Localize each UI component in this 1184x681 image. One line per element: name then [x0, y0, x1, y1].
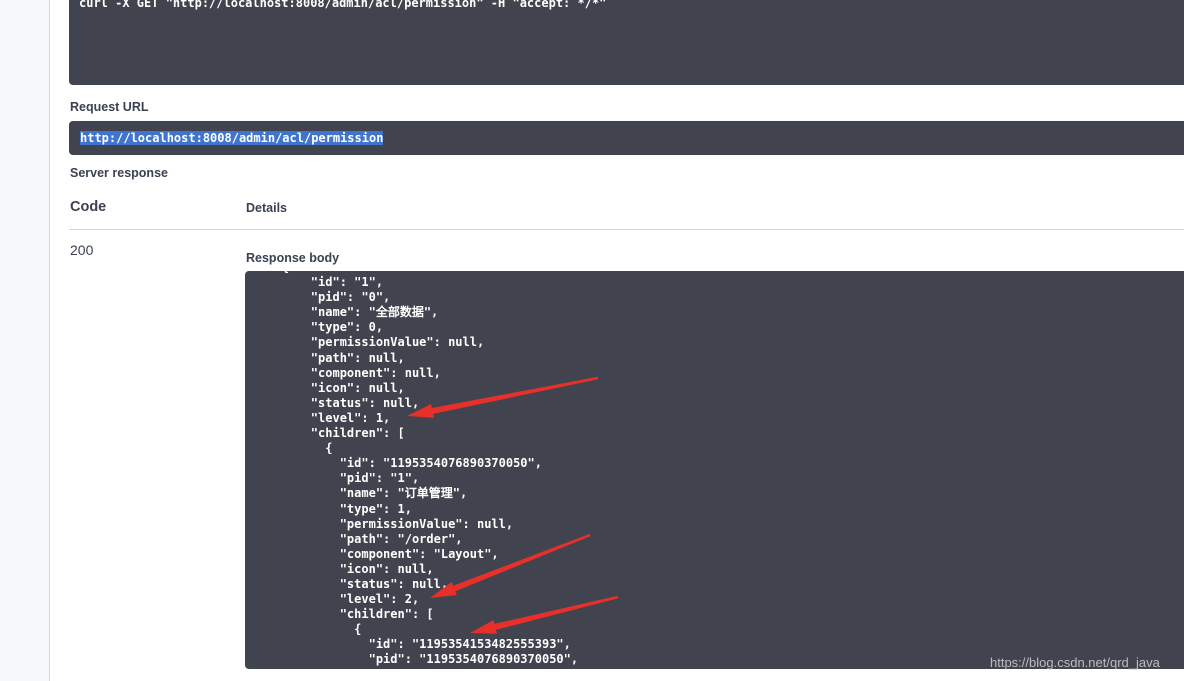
response-body-line: "children": [ [310, 426, 405, 441]
response-body-label: Response body [246, 251, 340, 265]
curl-command-block[interactable]: curl -X GET "http://localhost:8008/admin… [69, 0, 1184, 85]
response-body-line: "permissionValue": null, [339, 516, 514, 531]
request-url-text[interactable]: http://localhost:8008/admin/acl/permissi… [80, 131, 384, 145]
swagger-response-panel: curl -X GET "http://localhost:8008/admin… [0, 0, 1184, 681]
response-body-line: "icon": null, [310, 380, 405, 395]
response-body-line: "children": [ [339, 607, 434, 622]
response-body-line: "pid": "1195354076890370050", [368, 652, 579, 667]
response-body-line: "status": null, [310, 395, 420, 410]
response-body-line: "status": null, [339, 576, 449, 591]
response-body-block[interactable]: { "id": "1", "pid": "0", "name": "全部数据",… [245, 271, 1184, 669]
response-body-line: "type": 0, [310, 320, 384, 335]
response-body-line: "permissionValue": null, [310, 335, 485, 350]
server-response-label: Server response [70, 166, 168, 180]
response-status-code: 200 [70, 242, 94, 258]
response-body-line: "icon": null, [339, 561, 434, 576]
response-body-line: "path": "/order", [339, 531, 463, 546]
table-divider [69, 229, 1184, 230]
response-body-line: { [325, 441, 333, 456]
response-body-line: "id": "1195354076890370050", [339, 456, 542, 471]
request-url-block[interactable]: http://localhost:8008/admin/acl/permissi… [69, 121, 1184, 155]
response-body-line: "level": 1, [310, 410, 391, 425]
response-body-line: "id": "1", [310, 275, 384, 290]
watermark-text: https://blog.csdn.net/qrd_java [990, 655, 1160, 670]
response-body-line: "level": 2, [339, 592, 420, 607]
left-rail [0, 0, 50, 681]
response-body-text[interactable]: { "id": "1", "pid": "0", "name": "全部数据",… [253, 271, 578, 668]
response-body-line: "id": "1195354153482555393", [368, 637, 571, 652]
response-body-line: "type": 1, [339, 501, 412, 516]
column-header-code: Code [70, 199, 107, 215]
request-url-label: Request URL [70, 100, 149, 114]
response-body-line: "pid": "1", [339, 471, 420, 486]
response-body-line: { [354, 622, 362, 637]
response-body-line: "component": "Layout", [339, 546, 499, 561]
response-body-line: "component": null, [310, 365, 441, 380]
response-body-line: "name": "订单管理", [339, 486, 468, 501]
column-header-details: Details [246, 201, 287, 215]
response-body-line: "path": null, [310, 350, 405, 365]
response-body-line: { [253, 271, 289, 274]
response-body-line: "name": "全部数据", [310, 305, 439, 320]
response-body-line: "pid": "0", [310, 290, 391, 305]
